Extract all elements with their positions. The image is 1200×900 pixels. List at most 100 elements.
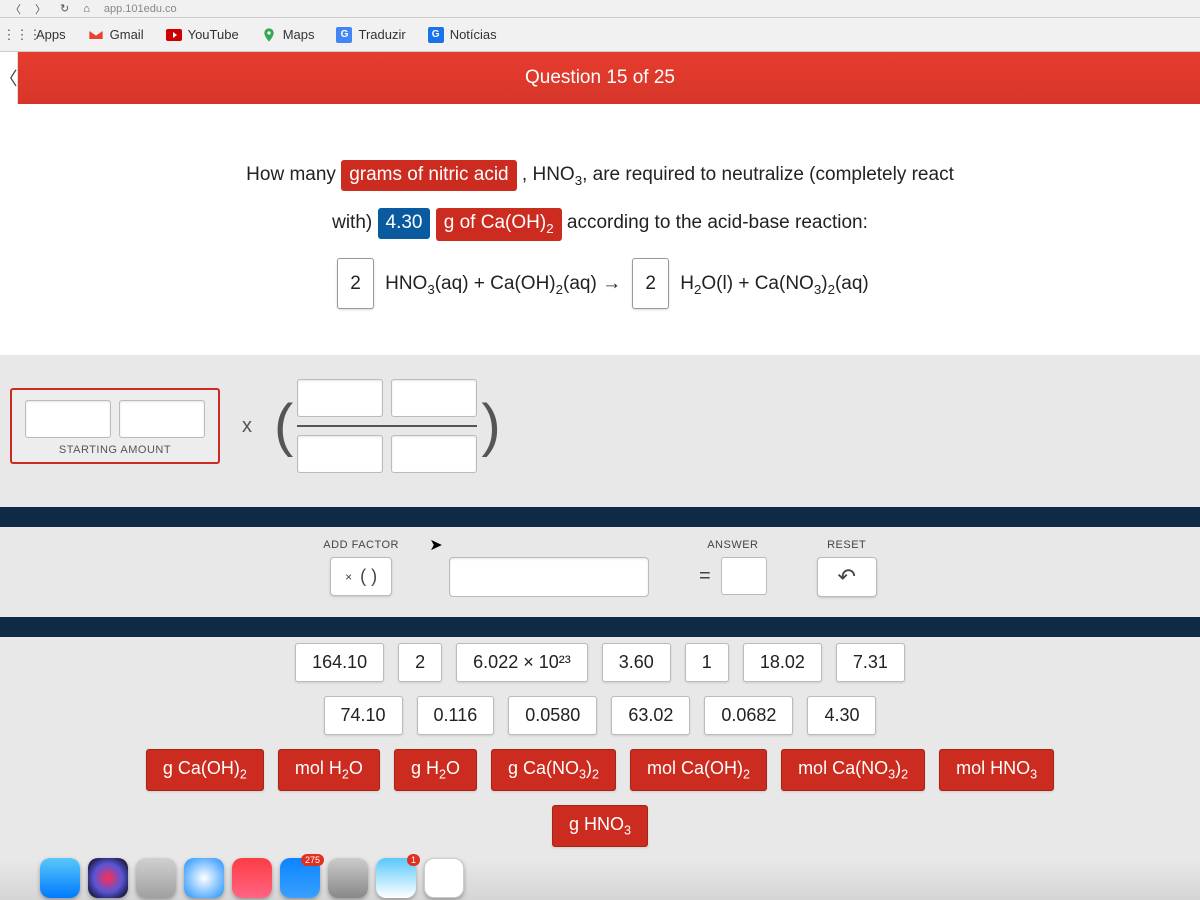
apps-menu[interactable]: ⋮⋮⋮ Apps bbox=[14, 27, 66, 43]
question-text: How many bbox=[246, 164, 336, 185]
nav-reload-icon[interactable]: ↻ bbox=[60, 2, 69, 15]
cursor-icon: ➤ bbox=[429, 535, 442, 555]
paren-right-icon: ) bbox=[481, 397, 500, 455]
starting-unit-slot[interactable] bbox=[119, 400, 205, 438]
dock-siri-icon[interactable] bbox=[88, 858, 128, 898]
conversion-factor-group: ( ) bbox=[274, 375, 501, 477]
apps-grid-icon: ⋮⋮⋮ bbox=[14, 27, 30, 43]
tile-number[interactable]: 1 bbox=[685, 643, 729, 682]
dock-finder-icon[interactable] bbox=[40, 858, 80, 898]
tile-unit[interactable]: mol Ca(OH)2 bbox=[630, 749, 767, 791]
tile-number[interactable]: 0.116 bbox=[417, 696, 495, 735]
tile-number[interactable]: 3.60 bbox=[602, 643, 671, 682]
result-slot[interactable] bbox=[449, 557, 649, 597]
conversion-fraction[interactable] bbox=[297, 375, 477, 477]
bookmark-traduzir[interactable]: G Traduzir bbox=[336, 27, 405, 43]
work-area: STARTING AMOUNT x ( ) bbox=[0, 355, 1200, 507]
question-panel: How many grams of nitric acid , HNO3, ar… bbox=[0, 104, 1200, 355]
given-value: 4.30 bbox=[378, 208, 431, 239]
tile-number[interactable]: 18.02 bbox=[743, 643, 822, 682]
coefficient-box[interactable]: 2 bbox=[337, 258, 374, 310]
highlight-target: grams of nitric acid bbox=[341, 160, 516, 191]
tile-number[interactable]: 7.31 bbox=[836, 643, 905, 682]
tile-unit[interactable]: g Ca(NO3)2 bbox=[491, 749, 616, 791]
reset-button[interactable]: ↶ bbox=[817, 557, 877, 597]
tile-row-numbers-1: 164.10 2 6.022 × 10²³ 3.60 1 18.02 7.31 bbox=[20, 643, 1180, 682]
tile-number[interactable]: 2 bbox=[398, 643, 442, 682]
tile-number[interactable]: 0.0682 bbox=[704, 696, 793, 735]
translate-icon: G bbox=[336, 27, 352, 43]
numerator-value-slot[interactable] bbox=[297, 379, 383, 417]
nav-forward-icon[interactable]: 〉 bbox=[35, 1, 46, 17]
browser-toolbar: 〈 〉 ↻ ⌂ app.101edu.co bbox=[0, 0, 1200, 18]
macos-dock: 275 1 bbox=[0, 860, 1200, 900]
answer-label: ANSWER bbox=[699, 539, 767, 551]
tile-row-numbers-2: 74.10 0.116 0.0580 63.02 0.0682 4.30 bbox=[20, 696, 1180, 735]
tile-unit[interactable]: g HNO3 bbox=[552, 805, 648, 847]
dock-safari-icon[interactable] bbox=[184, 858, 224, 898]
bookmark-maps[interactable]: Maps bbox=[261, 27, 315, 43]
question-text: , HNO3, are required to neutralize (comp… bbox=[522, 164, 954, 185]
numerator-unit-slot[interactable] bbox=[391, 379, 477, 417]
undo-icon: ↶ bbox=[837, 564, 855, 590]
question-text: with) bbox=[332, 212, 372, 233]
tile-unit[interactable]: g H2O bbox=[394, 749, 477, 791]
bookmark-label: Notícias bbox=[450, 27, 497, 42]
starting-value-slot[interactable] bbox=[25, 400, 111, 438]
app-header: 〈 Question 15 of 25 bbox=[0, 52, 1200, 104]
dock-music-icon[interactable] bbox=[232, 858, 272, 898]
maps-icon bbox=[261, 27, 277, 43]
tile-number[interactable]: 63.02 bbox=[611, 696, 690, 735]
gmail-icon bbox=[88, 27, 104, 43]
tile-number[interactable]: 0.0580 bbox=[508, 696, 597, 735]
tiles-area: 164.10 2 6.022 × 10²³ 3.60 1 18.02 7.31 … bbox=[0, 637, 1200, 880]
bookmark-label: Maps bbox=[283, 27, 315, 42]
nav-home-icon[interactable]: ⌂ bbox=[83, 3, 90, 15]
fraction-bar bbox=[297, 425, 477, 427]
bookmark-gmail[interactable]: Gmail bbox=[88, 27, 144, 43]
tile-number[interactable]: 6.022 × 10²³ bbox=[456, 643, 588, 682]
tile-unit[interactable]: mol HNO3 bbox=[939, 749, 1054, 791]
denominator-value-slot[interactable] bbox=[297, 435, 383, 473]
dock-launchpad-icon[interactable] bbox=[136, 858, 176, 898]
starting-amount-label: STARTING AMOUNT bbox=[22, 444, 208, 456]
back-button[interactable]: 〈 bbox=[0, 52, 18, 104]
tile-unit[interactable]: mol H2O bbox=[278, 749, 380, 791]
bookmark-noticias[interactable]: G Notícias bbox=[428, 27, 497, 43]
dock-calendar-icon[interactable] bbox=[424, 858, 464, 898]
equation-right: H2O(l) + Ca(NO3)2(aq) bbox=[680, 273, 869, 294]
denominator-unit-slot[interactable] bbox=[391, 435, 477, 473]
multiply-prefix: × bbox=[345, 570, 352, 584]
dock-settings-icon[interactable] bbox=[328, 858, 368, 898]
news-icon: G bbox=[428, 27, 444, 43]
tile-number[interactable]: 164.10 bbox=[295, 643, 384, 682]
bookmark-label: YouTube bbox=[188, 27, 239, 42]
bookmarks-bar: ⋮⋮⋮ Apps Gmail YouTube Maps G Traduzir G… bbox=[0, 18, 1200, 52]
equation-left: HNO3(aq) + Ca(OH)2(aq) → bbox=[385, 273, 621, 294]
given-unit: g of Ca(OH)2 bbox=[436, 208, 562, 241]
url-fragment: app.101edu.co bbox=[104, 3, 177, 15]
paren-left-icon: ( bbox=[274, 397, 293, 455]
nav-back-icon[interactable]: 〈 bbox=[10, 1, 21, 17]
tile-number[interactable]: 74.10 bbox=[324, 696, 403, 735]
tile-row-units-1: g Ca(OH)2 mol H2O g H2O g Ca(NO3)2 mol C… bbox=[20, 749, 1180, 791]
bookmark-label: Traduzir bbox=[358, 27, 405, 42]
add-factor-label: ADD FACTOR bbox=[323, 539, 399, 551]
answer-box[interactable] bbox=[721, 557, 767, 595]
tile-unit[interactable]: mol Ca(NO3)2 bbox=[781, 749, 925, 791]
separator-bar bbox=[0, 507, 1200, 527]
tile-row-units-2: g HNO3 bbox=[20, 805, 1180, 847]
coefficient-box[interactable]: 2 bbox=[632, 258, 669, 310]
equals-sign: = bbox=[699, 565, 711, 588]
multiply-sign: x bbox=[238, 415, 256, 438]
tile-unit[interactable]: g Ca(OH)2 bbox=[146, 749, 264, 791]
bookmark-youtube[interactable]: YouTube bbox=[166, 27, 239, 43]
starting-amount-group[interactable]: STARTING AMOUNT bbox=[10, 388, 220, 464]
apps-label: Apps bbox=[36, 27, 66, 42]
dock-badge: 275 bbox=[301, 854, 324, 866]
question-text: according to the acid-base reaction: bbox=[567, 212, 868, 233]
separator-bar bbox=[0, 617, 1200, 637]
youtube-icon bbox=[166, 27, 182, 43]
tile-number[interactable]: 4.30 bbox=[807, 696, 876, 735]
add-factor-button[interactable]: × ( ) bbox=[330, 557, 392, 596]
